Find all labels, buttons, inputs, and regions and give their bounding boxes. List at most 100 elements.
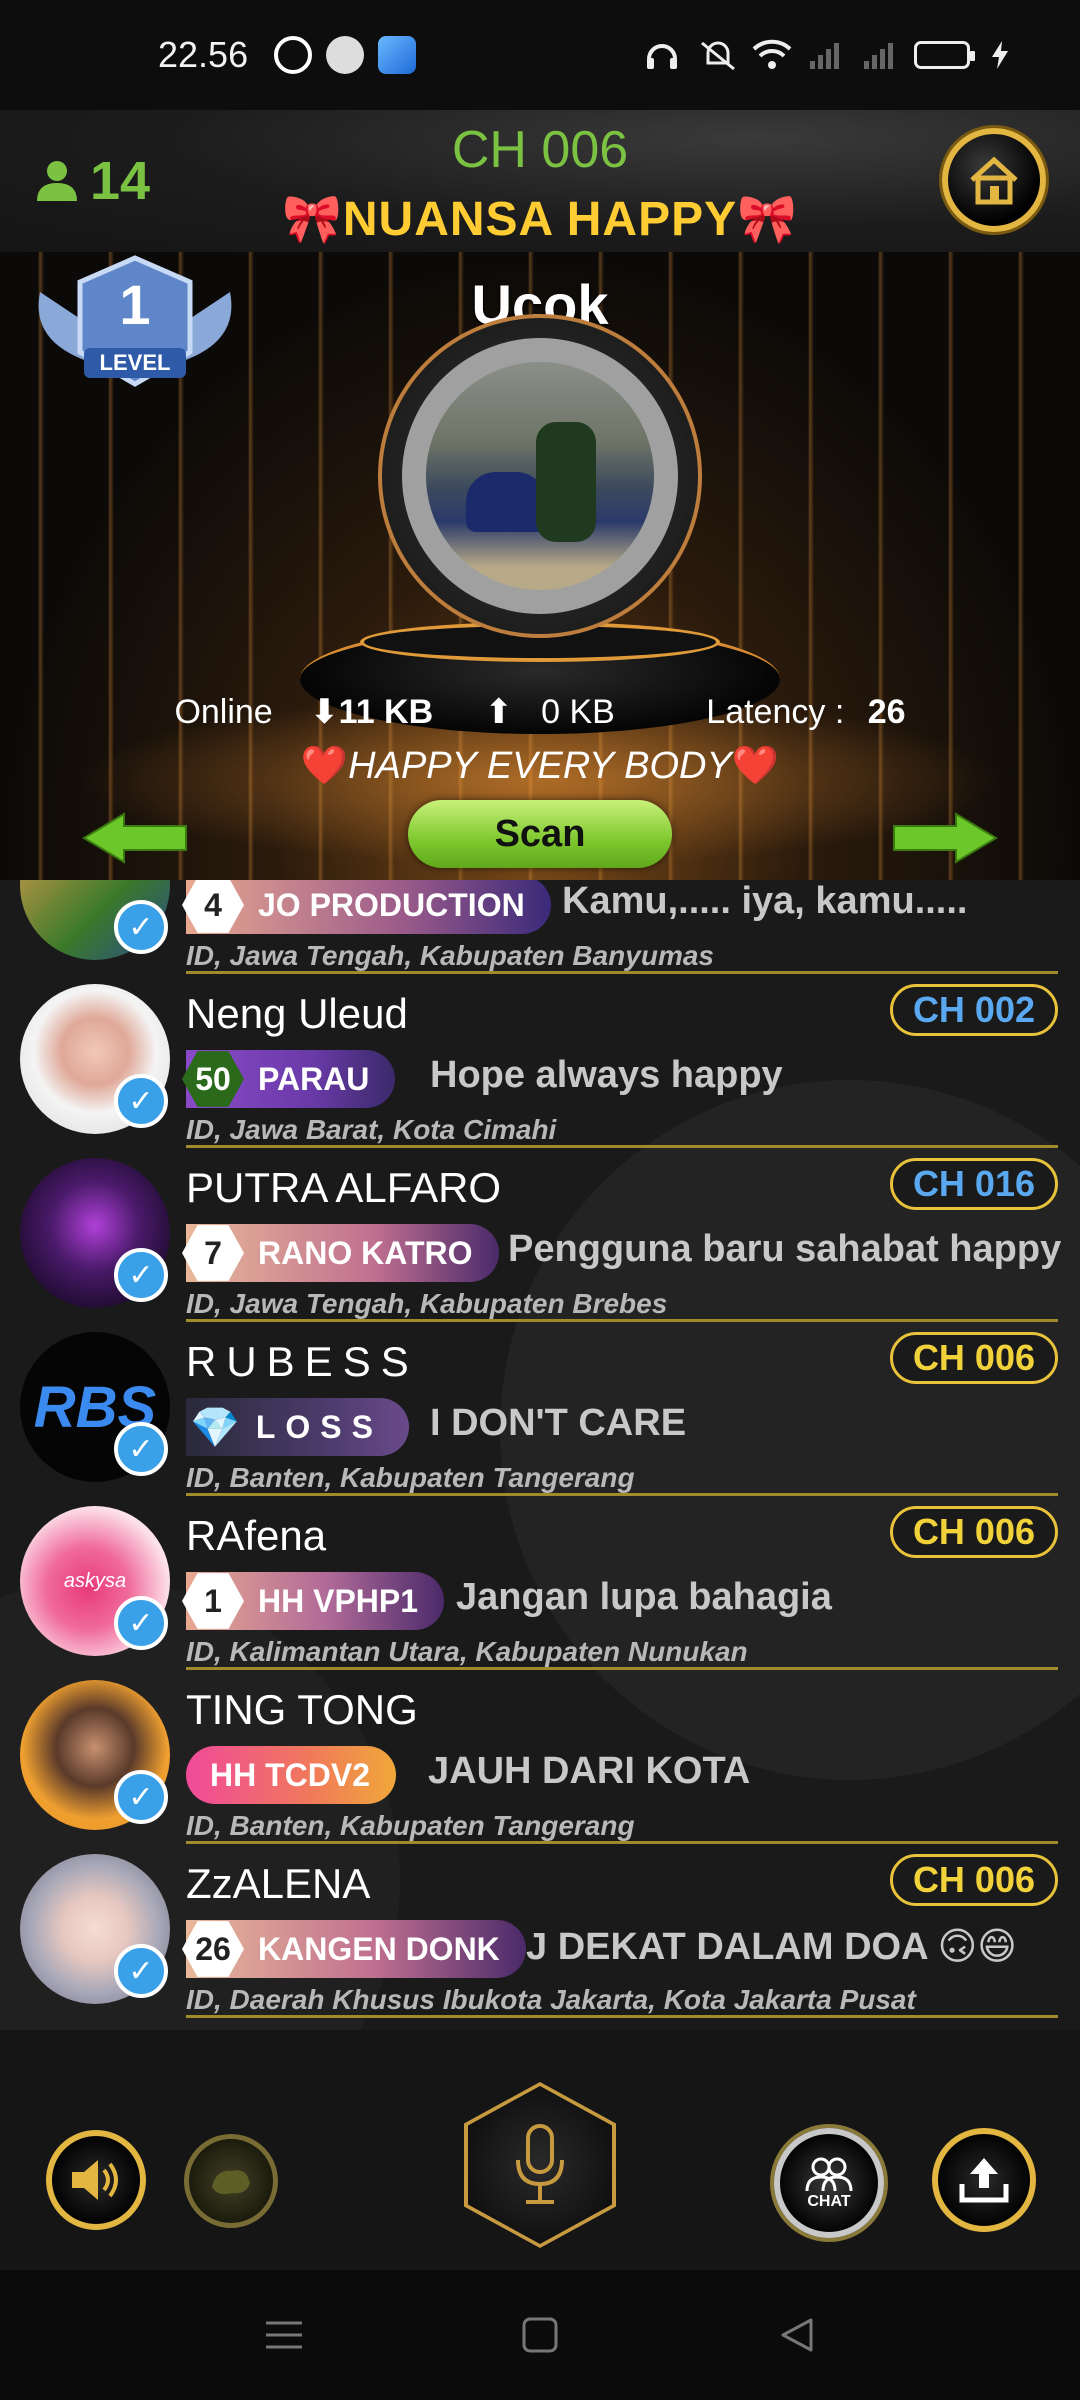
user-tag: 26 KANGEN DONK (182, 1920, 526, 1978)
user-tag: HH TCDV2 (186, 1746, 397, 1804)
menu-icon (266, 2321, 302, 2349)
upload-value: 0 KB (541, 693, 615, 731)
channel-badge[interactable]: CH 006 (889, 1854, 1058, 1906)
user-tag-label: LOSS (255, 1408, 383, 1445)
user-name: ZzALENA (186, 1860, 371, 1907)
home-button[interactable] (942, 128, 1046, 232)
user-status: Jangan lupa bahagia (456, 1576, 832, 1618)
list-item[interactable]: ✓ PUTRA ALFARO CH 016 7 RANO KATRO Pengg… (0, 1148, 1080, 1322)
user-tag: 50 PARAU (182, 1050, 396, 1108)
chat-label: CHAT (807, 2193, 851, 2210)
user-name: Neng Uleud (186, 990, 408, 1037)
mute-icon (698, 39, 735, 71)
room-greeting: ❤️HAPPY EVERY BODY❤️ (0, 744, 1080, 788)
greeting-text: HAPPY EVERY BODY (348, 745, 732, 787)
home-icon (970, 156, 1018, 205)
user-list[interactable]: ✓ 4 JO PRODUCTION Kamu,..... iya, kamu..… (0, 880, 1080, 2030)
charging-icon (988, 39, 1024, 71)
share-button[interactable] (932, 2128, 1036, 2232)
diamond-icon: 💎 (190, 1405, 240, 1450)
list-item[interactable]: ✓ ZzALENA CH 006 26 KANGEN DONK J DEKAT … (0, 1844, 1080, 2018)
user-status: Pengguna baru sahabat happy (508, 1228, 1062, 1270)
previous-arrow-button[interactable] (80, 810, 190, 866)
back-nav-button[interactable] (768, 2307, 824, 2363)
whatsapp-icon (274, 36, 313, 74)
user-tag: 7 RANO KATRO (182, 1224, 499, 1282)
sticker-icon (212, 2170, 250, 2195)
signal-icon-2 (860, 39, 896, 71)
list-item[interactable]: ✓ TING TONG HH TCDV2 JAUH DARI KOTA ID, … (0, 1670, 1080, 1844)
level-badge: 26 (182, 1921, 244, 1977)
menu-nav-button[interactable] (256, 2307, 312, 2363)
verified-icon: ✓ (114, 1596, 168, 1650)
user-tag: 1 HH VPHP1 (182, 1572, 445, 1630)
verified-icon: ✓ (114, 1248, 168, 1302)
user-location: ID, Jawa Barat, Kota Cimahi (186, 1114, 557, 1145)
channel-badge[interactable]: CH 002 (889, 984, 1058, 1036)
chat-users-icon (805, 2157, 853, 2192)
user-location: ID, Daerah Khusus Ibukota Jakarta, Kota … (186, 1984, 916, 2015)
user-tag-label: JO PRODUCTION (258, 886, 525, 923)
sound-button[interactable] (46, 2130, 146, 2230)
level-badge: 4 (182, 880, 244, 933)
user-tag: 4 JO PRODUCTION (182, 880, 551, 934)
verified-icon: ✓ (114, 1074, 168, 1128)
user-status: I DON'T CARE (430, 1402, 687, 1444)
verified-icon: ✓ (114, 900, 168, 954)
user-name: TING TONG (186, 1686, 418, 1733)
app-notification-icon (378, 36, 417, 74)
level-badge: 50 (182, 1051, 244, 1107)
level-label: LEVEL (99, 350, 171, 375)
scan-button[interactable]: Scan (408, 800, 672, 868)
room-name-text: NUANSA HAPPY (342, 193, 738, 246)
user-tag-label: PARAU (258, 1060, 370, 1097)
user-tag-label: RANO KATRO (258, 1234, 473, 1271)
microphone-button-inner (468, 2086, 612, 2244)
online-label: Online (174, 693, 273, 731)
chat-button[interactable]: CHAT (774, 2128, 884, 2238)
user-location: ID, Jawa Tengah, Kabupaten Banyumas (186, 940, 714, 971)
user-location: ID, Kalimantan Utara, Kabupaten Nunukan (186, 1636, 748, 1667)
status-time: 22.56 (158, 34, 249, 75)
speaker-stage: 1 LEVEL Ucok Online ⬇11 KB ⬆ 0 KB Latency… (0, 252, 1080, 880)
user-name: RAfena (186, 1512, 327, 1559)
upload-icon: ⬆ (484, 693, 514, 731)
channel-badge[interactable]: CH 016 (889, 1158, 1058, 1210)
user-status: JAUH DARI KOTA (428, 1750, 751, 1792)
latency-value: 26 (867, 693, 906, 731)
list-item[interactable]: ✓ 4 JO PRODUCTION Kamu,..... iya, kamu..… (0, 880, 1080, 974)
wifi-icon (752, 39, 792, 71)
room-header: 14 CH 006 🎀NUANSA HAPPY🎀 (0, 110, 1080, 252)
avatar-logo-text: askysa (63, 1569, 127, 1592)
user-location: ID, Jawa Tengah, Kabupaten Brebes (186, 1288, 668, 1319)
channel-badge[interactable]: CH 006 (889, 1506, 1058, 1558)
list-item[interactable]: askysa ✓ RAfena CH 006 1 HH VPHP1 Jangan… (0, 1496, 1080, 1670)
room-name: 🎀NUANSA HAPPY🎀 (0, 190, 1080, 247)
headphones-icon (644, 39, 680, 71)
status-bar: 22.56 (0, 0, 1080, 110)
system-nav-bar (0, 2270, 1080, 2400)
divider (186, 2015, 1058, 2018)
battery-icon (914, 41, 975, 69)
next-arrow-button[interactable] (890, 810, 1000, 866)
level-badge: 1 (182, 1573, 244, 1629)
home-nav-button[interactable] (512, 2307, 568, 2363)
user-status: J DEKAT DALAM DOA 🙃😄 (526, 1926, 1017, 1968)
channel-code: CH 006 (451, 121, 629, 179)
channel-badge[interactable]: CH 006 (889, 1332, 1058, 1384)
emoji-button[interactable] (184, 2134, 278, 2228)
list-item[interactable]: RBS ✓ RUBESS CH 006 💎 LOSS I DON'T CARE … (0, 1322, 1080, 1496)
list-item[interactable]: ✓ Neng Uleud CH 002 50 PARAU Hope always… (0, 974, 1080, 1148)
user-tag-label: HH VPHP1 (258, 1582, 419, 1619)
latency-label: Latency : (706, 693, 845, 731)
user-status: Hope always happy (430, 1054, 783, 1096)
user-tag: 💎 LOSS (186, 1398, 409, 1456)
level-badge: 7 (182, 1225, 244, 1281)
ribbon-icon: 🎀 (282, 193, 343, 246)
microphone-button[interactable] (464, 2082, 616, 2248)
user-name: PUTRA ALFARO (186, 1164, 502, 1211)
verified-icon: ✓ (114, 1944, 168, 1998)
speaker-avatar[interactable] (402, 338, 678, 614)
microphone-icon (516, 2124, 564, 2204)
download-value: 11 KB (338, 693, 434, 731)
